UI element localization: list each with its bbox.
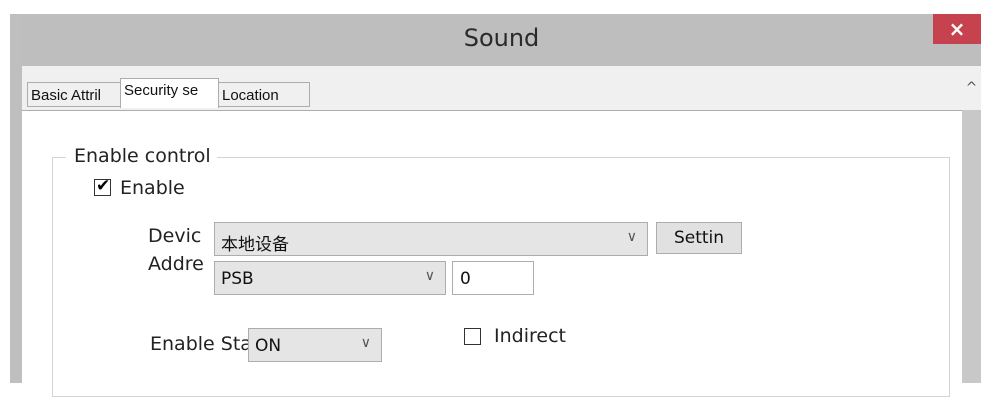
sound-dialog: Sound × Basic Attril Security se Locatio… xyxy=(10,14,981,397)
enable-label: Enable xyxy=(120,177,185,199)
scroll-up-icon[interactable]: ^ xyxy=(962,80,981,96)
enable-checkbox[interactable]: ✔ xyxy=(94,176,111,196)
device-label: Devic xyxy=(148,225,202,247)
tab-basic-attributes[interactable]: Basic Attril xyxy=(27,82,122,107)
window-title: Sound xyxy=(463,24,540,52)
device-select[interactable]: 本地设备 ∨ xyxy=(214,222,648,256)
address-label: Addre xyxy=(148,253,204,275)
group-title: Enable control xyxy=(66,145,217,167)
chevron-down-icon: ∨ xyxy=(626,229,637,245)
indirect-checkbox[interactable] xyxy=(464,328,481,345)
chevron-down-icon: ∨ xyxy=(360,335,371,351)
enable-state-select[interactable]: ON ∨ xyxy=(248,328,382,362)
chevron-down-icon: ∨ xyxy=(424,268,435,284)
tab-strip: Basic Attril Security se Location xyxy=(22,66,962,110)
window-left-edge xyxy=(10,14,22,383)
security-settings-panel: Enable control ✔ Enable Devic 本地设备 ∨ Set… xyxy=(22,110,962,397)
settings-button[interactable]: Settin xyxy=(656,222,742,254)
close-icon: × xyxy=(948,17,966,41)
address-type-value: PSB xyxy=(221,269,254,289)
tab-location[interactable]: Location xyxy=(218,82,310,107)
scroll-track[interactable] xyxy=(962,110,981,383)
title-bar[interactable]: Sound × xyxy=(22,14,981,66)
vertical-scrollbar[interactable]: ^ xyxy=(962,66,981,383)
checkmark-icon: ✔ xyxy=(96,176,111,196)
address-input[interactable]: 0 xyxy=(452,261,534,295)
indirect-label: Indirect xyxy=(494,325,566,347)
enable-state-value: ON xyxy=(255,336,282,356)
device-value: 本地设备 xyxy=(221,235,289,255)
enable-state-label: Enable Sta xyxy=(150,333,252,355)
tab-security-settings[interactable]: Security se xyxy=(120,78,219,108)
address-value: 0 xyxy=(460,269,471,289)
close-button[interactable]: × xyxy=(933,14,981,44)
address-type-select[interactable]: PSB ∨ xyxy=(214,261,446,295)
